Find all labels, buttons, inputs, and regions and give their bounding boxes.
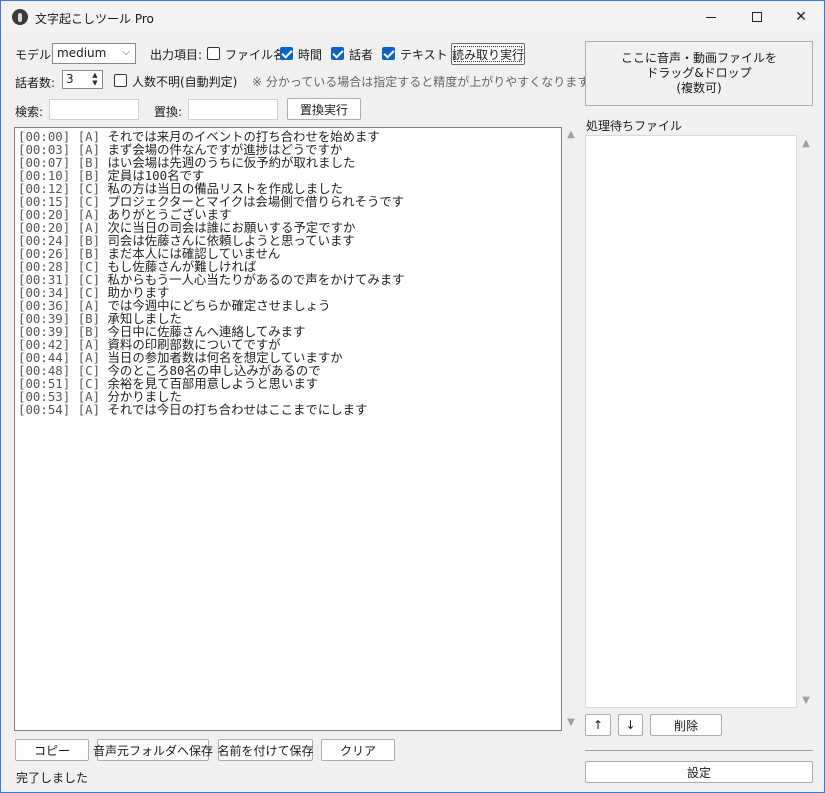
settings-button[interactable]: 設定 — [585, 761, 813, 783]
window-title: 文字起こしツール Pro — [35, 12, 154, 26]
divider — [585, 750, 813, 751]
maximize-button[interactable] — [734, 1, 780, 33]
output-speaker-checkbox[interactable] — [331, 47, 344, 60]
clear-button[interactable]: クリア — [321, 739, 395, 761]
replace-label: 置換: — [154, 105, 183, 119]
unknown-speakers-label: 人数不明(自動判定) — [132, 75, 238, 89]
output-text-label: テキスト — [400, 48, 448, 62]
queue-scroll-up-icon[interactable]: ▲ — [798, 138, 814, 149]
output-items-label: 出力項目: — [150, 48, 203, 62]
spin-arrows-icon[interactable]: ▲ ▼ — [89, 71, 101, 88]
minimize-button[interactable] — [688, 1, 734, 33]
queue-scroll-down-icon[interactable]: ▼ — [798, 695, 814, 706]
close-icon: ✕ — [795, 9, 807, 25]
status-text: 完了しました — [16, 771, 89, 785]
save-to-source-folder-button[interactable]: 音声元フォルダへ保存 — [93, 739, 213, 761]
search-label: 検索: — [15, 105, 44, 119]
move-down-button[interactable]: ↓ — [618, 714, 643, 736]
app-window: 文字起こしツール Pro ✕ モデル: medium ⌵ 出力項目: ファイル名… — [0, 0, 825, 793]
speakers-spinbox[interactable]: 3 ▲ ▼ — [62, 70, 103, 89]
output-speaker-label: 話者 — [349, 48, 374, 62]
move-up-button[interactable]: ↑ — [585, 714, 611, 736]
drop-zone[interactable]: ここに音声・動画ファイルを ドラッグ&ドロップ (複数可) — [585, 41, 813, 106]
speakers-value: 3 — [66, 72, 74, 86]
delete-button[interactable]: 削除 — [650, 714, 722, 736]
copy-button[interactable]: コピー — [15, 739, 89, 761]
transcript-line: [00:54] [A] それでは今日の打ち合わせはここまでにします — [18, 402, 368, 417]
save-as-button[interactable]: 名前を付けて保存 — [218, 739, 314, 761]
output-time-label: 時間 — [298, 48, 323, 62]
transcript-scroll-up-icon[interactable]: ▲ — [563, 129, 579, 140]
output-time-checkbox[interactable] — [280, 47, 293, 60]
output-filename-label: ファイル名 — [225, 48, 286, 62]
queue-listbox[interactable] — [585, 135, 797, 708]
model-select[interactable]: medium ⌵ — [52, 43, 136, 64]
drop-zone-line: ここに音声・動画ファイルを — [620, 51, 777, 65]
model-select-value: medium — [57, 46, 107, 60]
microphone-icon — [12, 9, 28, 25]
close-button[interactable]: ✕ — [778, 1, 824, 33]
output-filename-checkbox[interactable] — [207, 47, 220, 60]
replace-run-button[interactable]: 置換実行 — [287, 98, 361, 120]
queue-label: 処理待ちファイル — [586, 119, 683, 133]
speakers-hint: ※ 分かっている場合は指定すると精度が上がりやすくなります — [252, 75, 590, 89]
replace-input[interactable] — [188, 99, 278, 120]
maximize-icon — [752, 12, 762, 22]
run-transcription-button[interactable]: 読み取り実行 — [451, 43, 525, 65]
speakers-label: 話者数: — [15, 76, 56, 90]
chevron-down-icon: ⌵ — [122, 47, 130, 58]
model-label: モデル: — [15, 48, 56, 62]
drop-zone-line: (複数可) — [676, 81, 722, 95]
transcript-scroll-down-icon[interactable]: ▼ — [563, 717, 579, 728]
unknown-speakers-checkbox[interactable] — [114, 74, 127, 87]
drop-zone-line: ドラッグ&ドロップ — [646, 66, 752, 80]
search-input[interactable] — [49, 99, 139, 120]
output-text-checkbox[interactable] — [382, 47, 395, 60]
minimize-icon — [706, 16, 716, 18]
transcript-textarea[interactable]: [00:00] [A] それでは来月のイベントの打ち合わせを始めます [00:03… — [14, 127, 562, 731]
title-bar: 文字起こしツール Pro ✕ — [1, 1, 824, 33]
